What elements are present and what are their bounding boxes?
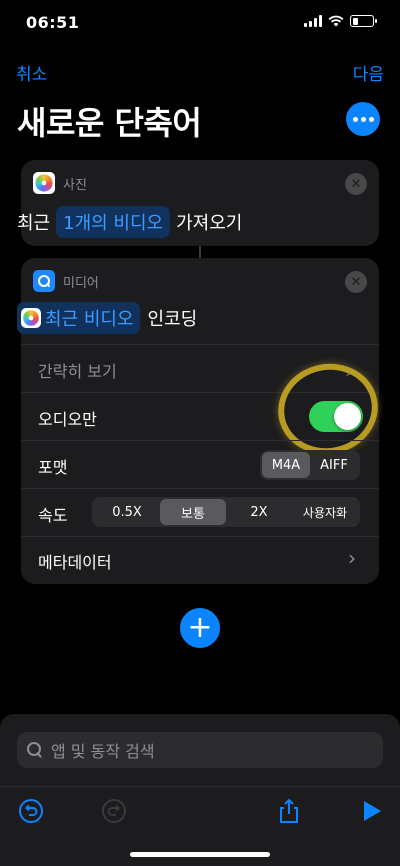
more-dot-icon — [352, 116, 358, 122]
speed-label: 속도 — [38, 506, 68, 525]
divider — [21, 440, 379, 441]
undo-icon — [19, 799, 43, 823]
chevron-right-icon[interactable]: › — [348, 546, 356, 570]
search-icon — [27, 742, 43, 758]
share-button[interactable] — [276, 798, 302, 824]
format-segmented-control[interactable]: M4A AIFF — [260, 450, 360, 480]
media-app-icon — [33, 270, 55, 292]
metadata-row[interactable]: 메타데이터 — [38, 549, 112, 573]
divider — [21, 536, 379, 537]
video-count-parameter[interactable]: 1개의 비디오 — [56, 206, 171, 238]
format-label: 포맷 — [38, 458, 68, 477]
more-dot-icon — [360, 116, 366, 122]
next-button[interactable]: 다음 — [353, 60, 384, 85]
speed-segmented-control[interactable]: 0.5X 보통 2X 사용자화 — [92, 497, 360, 527]
photos-app-icon — [33, 172, 55, 194]
action-connector — [199, 246, 201, 258]
divider — [21, 488, 379, 489]
parameter-label: 최근 비디오 — [45, 309, 134, 330]
speed-option-normal[interactable]: 보통 — [160, 499, 226, 525]
remove-action-button[interactable]: ✕ — [345, 271, 367, 293]
action-sentence: 최근 1개의 비디오 가져오기 — [17, 206, 242, 238]
recent-videos-parameter[interactable]: 최근 비디오 — [17, 302, 140, 334]
action-sentence: 최근 비디오 인코딩 — [17, 302, 197, 334]
photos-app-icon — [21, 308, 41, 328]
redo-icon — [102, 799, 126, 823]
more-options-button[interactable] — [346, 102, 380, 136]
toolbar-divider — [0, 786, 400, 787]
status-icons — [304, 15, 377, 27]
redo-button[interactable] — [101, 798, 127, 824]
cancel-button[interactable]: 취소 — [16, 60, 47, 85]
wifi-icon — [328, 15, 344, 27]
divider — [21, 344, 379, 345]
add-action-button[interactable]: + — [180, 608, 220, 648]
card-header: 사진 — [33, 172, 87, 194]
speed-option-half[interactable]: 0.5X — [94, 499, 160, 525]
remove-action-button[interactable]: ✕ — [345, 173, 367, 195]
format-option-aiff[interactable]: AIFF — [310, 452, 358, 478]
status-time: 06:51 — [26, 13, 80, 32]
undo-button[interactable] — [18, 798, 44, 824]
run-shortcut-button[interactable] — [359, 798, 385, 824]
battery-icon — [350, 15, 377, 27]
page-title: 새로운 단축어 — [17, 104, 202, 142]
speed-option-double[interactable]: 2X — [226, 499, 292, 525]
status-bar: 06:51 — [0, 0, 400, 46]
card-app-label: 미디어 — [63, 275, 99, 291]
home-indicator[interactable] — [130, 852, 270, 857]
play-icon — [364, 801, 381, 821]
format-option-m4a[interactable]: M4A — [262, 452, 310, 478]
search-placeholder: 앱 및 동작 검색 — [51, 742, 155, 761]
card-header: 미디어 — [33, 270, 99, 292]
speed-option-custom[interactable]: 사용자화 — [292, 499, 358, 525]
search-field[interactable]: 앱 및 동작 검색 — [17, 732, 383, 768]
more-dot-icon — [368, 116, 374, 122]
audio-only-label: 오디오만 — [38, 410, 97, 429]
cellular-signal-icon — [304, 15, 322, 27]
show-less-label[interactable]: 간략히 보기 — [38, 358, 117, 382]
action-suffix: 가져오기 — [176, 213, 243, 234]
action-suffix: 인코딩 — [147, 309, 198, 330]
card-app-label: 사진 — [63, 177, 87, 193]
share-icon — [280, 798, 298, 823]
action-prefix: 최근 — [17, 213, 51, 234]
